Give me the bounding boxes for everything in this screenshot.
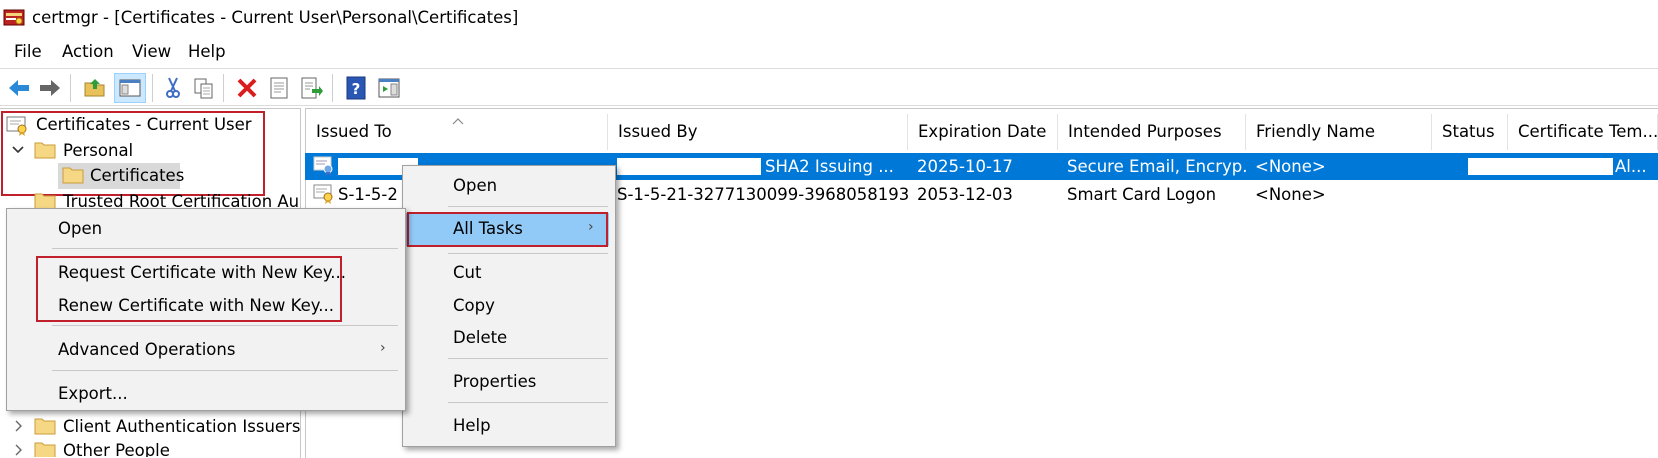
menu-separator	[52, 370, 398, 371]
show-hide-tree-icon[interactable]	[114, 73, 146, 103]
redacted-block	[617, 158, 761, 175]
folder-icon	[34, 440, 56, 457]
delete-icon[interactable]	[234, 75, 260, 101]
column-header-issued-to[interactable]: Issued To	[306, 114, 608, 150]
forward-icon[interactable]	[37, 75, 63, 101]
menu-item-export[interactable]: Export...	[58, 378, 128, 410]
tree-item-client-auth[interactable]: Client Authentication Issuers	[12, 414, 301, 440]
annotation-box-all-tasks	[407, 212, 608, 247]
certificate-icon	[313, 183, 335, 205]
context-menu-main	[402, 165, 616, 447]
cell-template: Al...	[1615, 157, 1647, 176]
properties-icon[interactable]	[266, 75, 292, 101]
cell-friendly-name: <None>	[1255, 157, 1326, 176]
annotation-box-key-options	[36, 256, 342, 322]
certmgr-icon	[3, 6, 25, 28]
column-header-purposes[interactable]: Intended Purposes	[1058, 114, 1246, 150]
menu-action[interactable]: Action	[62, 42, 114, 61]
cell-purposes: Smart Card Logon	[1067, 185, 1217, 204]
column-header-issued-by[interactable]: Issued By	[608, 114, 908, 150]
export-list-icon[interactable]	[298, 75, 324, 101]
toolbar-separator	[223, 74, 224, 102]
column-header-status[interactable]: Status	[1432, 114, 1508, 150]
up-folder-icon[interactable]	[82, 75, 108, 101]
column-header-template[interactable]: Certificate Tem...	[1508, 114, 1658, 150]
folder-icon	[34, 416, 56, 436]
menu-view[interactable]: View	[132, 42, 171, 61]
annotation-box-tree	[1, 111, 265, 196]
cell-purposes: Secure Email, Encryp...	[1067, 157, 1247, 176]
toolbar-separator	[70, 74, 71, 102]
menu-help[interactable]: Help	[188, 42, 226, 61]
menu-item-delete[interactable]: Delete	[453, 322, 507, 354]
cell-issued-by: SHA2 Issuing ...	[765, 157, 894, 176]
menu-item-help[interactable]: Help	[453, 410, 491, 442]
menu-separator	[448, 402, 608, 403]
menu-separator	[448, 358, 608, 359]
menu-separator	[52, 325, 398, 326]
cell-issued-by: S-1-5-21-3277130099-3968058193-...	[617, 185, 909, 204]
tree-label: Client Authentication Issuers	[63, 417, 301, 436]
menu-separator	[448, 253, 608, 254]
redacted-block	[1468, 158, 1613, 175]
toolbar-separator	[332, 74, 333, 102]
menu-item-advanced-operations[interactable]: Advanced Operations	[58, 334, 235, 366]
chevron-right-icon[interactable]	[12, 419, 24, 433]
menu-item-copy[interactable]: Copy	[453, 290, 495, 322]
menu-item-cut[interactable]: Cut	[453, 257, 481, 289]
column-header-friendly-name[interactable]: Friendly Name	[1246, 114, 1432, 150]
svg-text:?: ?	[352, 80, 361, 98]
cell-issued-to: S-1-5-2	[338, 185, 398, 204]
tree-item-other-people[interactable]: Other People	[12, 438, 298, 457]
menu-separator	[448, 206, 608, 207]
menu-bar	[0, 36, 1658, 69]
copy-icon[interactable]	[191, 75, 217, 101]
cell-expiration: 2025-10-17	[917, 157, 1013, 176]
menu-item-open[interactable]: Open	[453, 170, 497, 202]
menu-item-properties[interactable]: Properties	[453, 366, 536, 398]
back-icon[interactable]	[6, 75, 32, 101]
menu-item-open[interactable]: Open	[58, 213, 102, 245]
submenu-arrow-icon: ›	[380, 340, 386, 356]
cell-friendly-name: <None>	[1255, 185, 1326, 204]
help-icon[interactable]: ?	[343, 75, 369, 101]
toolbar-separator	[152, 74, 153, 102]
window-title: certmgr - [Certificates - Current User\P…	[32, 8, 519, 27]
menu-separator	[52, 248, 398, 249]
chevron-right-icon[interactable]	[12, 443, 24, 457]
certificate-icon	[313, 155, 335, 177]
tree-label: Other People	[63, 441, 170, 457]
column-header-expiration[interactable]: Expiration Date	[908, 114, 1058, 150]
action-pane-icon[interactable]	[376, 75, 402, 101]
cut-icon[interactable]	[160, 75, 186, 101]
menu-file[interactable]: File	[14, 42, 42, 61]
cell-expiration: 2053-12-03	[917, 185, 1013, 204]
